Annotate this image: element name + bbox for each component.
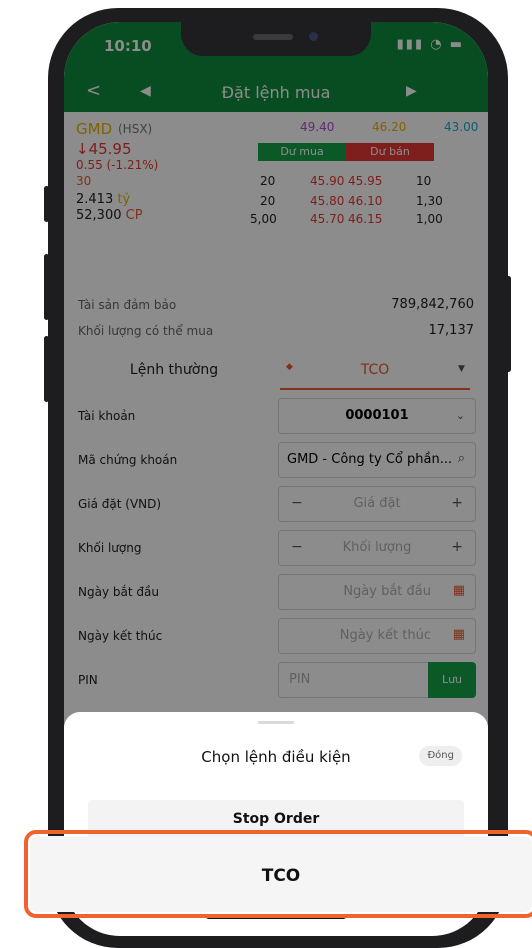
close-button[interactable]: Đóng bbox=[419, 746, 462, 766]
phone-side-button-left-3 bbox=[44, 336, 49, 402]
phone-side-button-right bbox=[506, 276, 511, 372]
sheet-drag-handle[interactable] bbox=[258, 721, 294, 724]
phone-side-button-left-2 bbox=[44, 254, 49, 320]
camera-icon bbox=[309, 32, 318, 41]
option-tco[interactable]: TCO bbox=[30, 836, 532, 912]
app-screen: 10:10 ▮▮▮ ◔ ▬ < ◀ Đặt lệnh mua ▶ GMD (HS… bbox=[64, 22, 488, 936]
highlighted-option-tco: TCO bbox=[24, 830, 532, 918]
phone-notch bbox=[181, 22, 371, 56]
speaker-grille bbox=[253, 34, 293, 40]
phone-side-button-left-1 bbox=[44, 186, 49, 222]
